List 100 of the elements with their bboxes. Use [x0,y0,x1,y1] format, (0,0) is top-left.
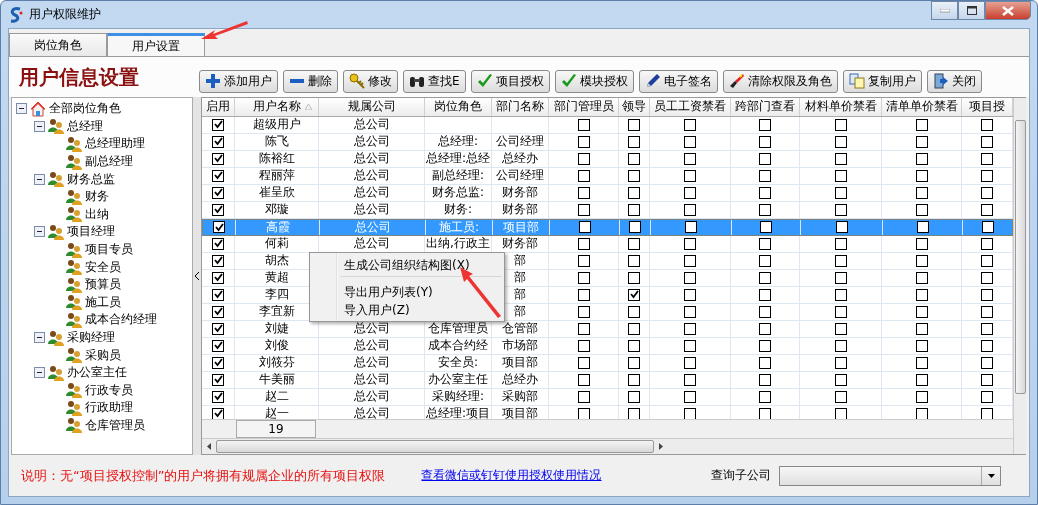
checkbox[interactable] [684,390,696,403]
checkbox[interactable] [684,339,696,352]
checkbox[interactable] [915,305,928,318]
checkbox[interactable] [981,237,993,250]
table-row[interactable]: 超级用户 总公司 [202,116,1013,134]
checkbox[interactable] [628,356,640,369]
table-row[interactable]: 邓璇 总公司 财务: 财务部 [202,201,1013,219]
table-row[interactable]: 赵二 总公司 采购经理: 采购部 [202,388,1013,406]
checkbox[interactable] [577,118,590,131]
tree-item[interactable]: 项目经理 [67,223,115,241]
checkbox[interactable] [915,373,928,386]
checkbox[interactable] [759,390,771,403]
checkbox[interactable] [834,271,847,284]
checkbox[interactable] [213,221,225,234]
checkbox[interactable] [759,135,771,148]
checkbox[interactable] [212,254,224,267]
collapse-icon[interactable] [34,367,45,379]
checkbox[interactable] [628,322,640,335]
checkbox[interactable] [759,407,771,420]
column-header[interactable]: 项目授 [969,98,1005,116]
checkbox[interactable] [212,407,224,420]
checkbox[interactable] [577,135,590,148]
tree-item[interactable]: 仓库管理员 [85,417,145,434]
tree-item[interactable]: 预算员 [85,276,121,294]
table-row[interactable]: 崔呈欣 总公司 财务总监: 财务部 [202,184,1013,202]
checkbox[interactable] [577,203,590,216]
checkbox[interactable] [981,339,993,352]
column-header[interactable]: 规属公司 [347,98,396,116]
checkbox[interactable] [759,237,771,250]
checkbox[interactable] [981,203,993,216]
checkbox[interactable] [834,118,847,131]
table-row[interactable]: 刘俊 总公司 成本合约经 市场部 [202,337,1013,355]
tree-item[interactable]: 行政专员 [85,381,133,399]
checkbox[interactable] [834,254,847,267]
column-header[interactable]: 跨部门查看 [735,98,795,116]
checkbox[interactable] [628,203,640,216]
column-header[interactable]: 启用 [206,98,230,116]
checkbox[interactable] [577,373,590,386]
checkbox[interactable] [628,373,640,386]
checkbox[interactable] [628,288,640,301]
checkbox[interactable] [628,186,640,199]
checkbox[interactable] [577,305,590,318]
checkbox[interactable] [577,390,590,403]
tree-item[interactable]: 采购员 [85,346,121,364]
checkbox[interactable] [834,237,847,250]
checkbox[interactable] [684,356,696,369]
checkbox[interactable] [628,271,640,284]
checkbox[interactable] [684,169,696,182]
vertical-scrollbar[interactable] [1013,98,1026,454]
checkbox[interactable] [577,407,590,420]
checkbox[interactable] [834,169,847,182]
checkbox[interactable] [577,169,590,182]
checkbox[interactable] [915,356,928,369]
tree-item[interactable]: 全部岗位角色 [49,100,121,118]
checkbox[interactable] [915,271,928,284]
tree-item[interactable]: 总经理 [67,117,103,135]
checkbox[interactable] [577,186,590,199]
toolbar-button[interactable]: 清除权限及角色 [722,69,838,93]
checkbox[interactable] [759,356,771,369]
checkbox[interactable] [915,254,928,267]
checkbox[interactable] [578,221,591,234]
maximize-button[interactable] [958,1,985,20]
checkbox[interactable] [981,373,993,386]
toolbar-button[interactable]: 复制用户 [842,69,922,93]
checkbox[interactable] [981,356,993,369]
tree-item[interactable]: 办公室主任 [67,364,127,382]
checkbox[interactable] [577,237,590,250]
checkbox[interactable] [981,118,993,131]
toolbar-button[interactable]: 电子签名 [638,69,718,93]
checkbox[interactable] [834,373,847,386]
checkbox[interactable] [915,322,928,335]
checkbox[interactable] [684,186,696,199]
checkbox[interactable] [577,254,590,267]
checkbox[interactable] [981,254,993,267]
checkbox[interactable] [212,305,224,318]
scroll-left-icon[interactable] [207,443,211,451]
checkbox[interactable] [981,390,993,403]
checkbox[interactable] [212,373,224,386]
close-button[interactable] [985,1,1031,20]
checkbox[interactable] [684,254,696,267]
checkbox[interactable] [981,305,993,318]
table-row[interactable]: 刘筱芬 总公司 安全员: 项目部 [202,354,1013,372]
checkbox[interactable] [834,288,847,301]
checkbox[interactable] [684,305,696,318]
checkbox[interactable] [759,118,771,131]
toolbar-button[interactable]: 关闭 [926,69,982,93]
tree-item[interactable]: 施工员 [85,293,121,311]
checkbox[interactable] [577,152,590,165]
checkbox[interactable] [212,169,224,182]
checkbox[interactable] [834,322,847,335]
tree-item[interactable]: 采购经理 [67,329,115,346]
menu-item[interactable]: 导入用户(Z) [340,301,502,319]
checkbox[interactable] [212,356,224,369]
tree-item[interactable]: 总经理助理 [85,135,145,153]
checkbox[interactable] [759,271,771,284]
checkbox[interactable] [628,339,640,352]
checkbox[interactable] [759,305,771,318]
checkbox[interactable] [577,288,590,301]
checkbox[interactable] [212,152,224,165]
scroll-right-icon[interactable] [659,443,663,451]
